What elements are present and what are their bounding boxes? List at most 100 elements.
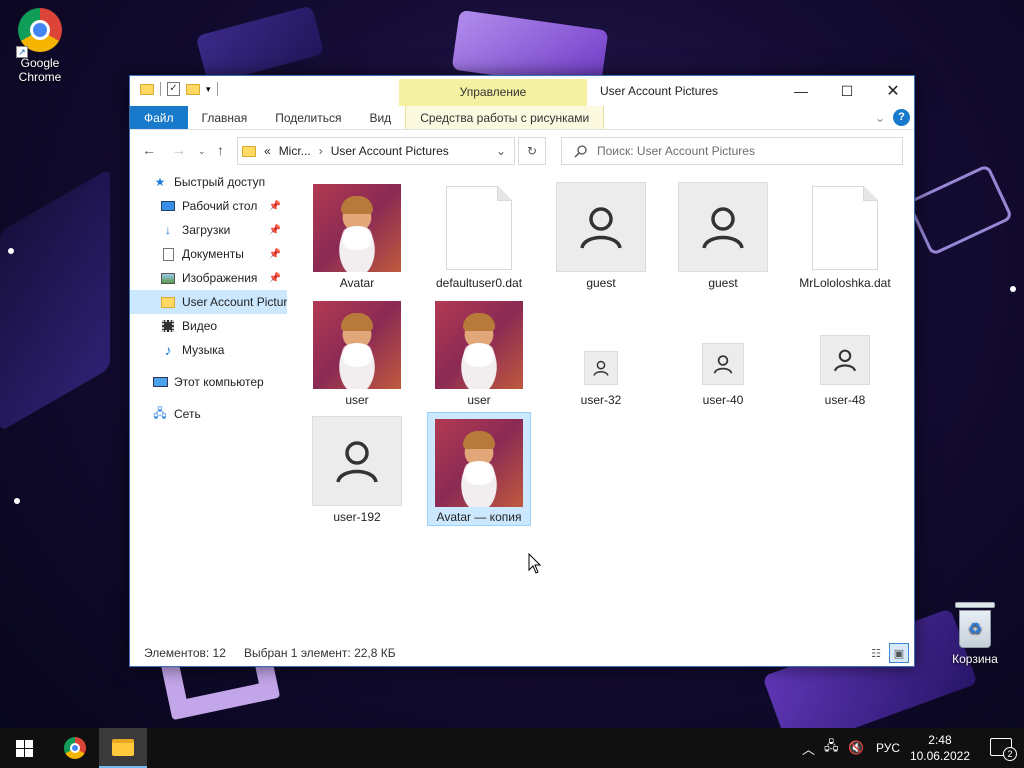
image-thumbnail — [435, 419, 523, 507]
breadcrumb-overflow[interactable]: « — [264, 144, 271, 158]
desktop-icon-label: Google Chrome — [18, 56, 62, 84]
help-icon[interactable]: ? — [893, 109, 910, 126]
desktop-icon-recycle-bin[interactable]: ♻ Корзина — [935, 602, 1015, 666]
download-icon: ↓ — [165, 223, 171, 237]
file-item-mrlololoshka[interactable]: MrLololoshka.dat — [793, 178, 897, 292]
tab-home[interactable]: Главная — [188, 106, 262, 129]
search-input[interactable] — [597, 144, 877, 158]
tab-manage[interactable]: Управление — [399, 79, 587, 106]
file-item-defaultuser0[interactable]: defaultuser0.dat — [427, 178, 531, 292]
properties-icon[interactable]: ✓ — [167, 82, 180, 96]
tab-share[interactable]: Поделиться — [261, 106, 355, 129]
sidebar-item-pictures[interactable]: Изображения 📌 — [130, 266, 287, 290]
wallpaper-dot — [14, 498, 20, 504]
refresh-button[interactable]: ↻ — [518, 137, 546, 165]
sidebar-item-quick-access[interactable]: ★ Быстрый доступ — [130, 170, 287, 194]
desktop-icon-chrome[interactable]: ↗ Google Chrome — [0, 8, 80, 84]
minimize-button[interactable]: — — [778, 76, 824, 106]
tab-file[interactable]: Файл — [130, 106, 188, 129]
sidebar-item-desktop[interactable]: Рабочий стол 📌 — [130, 194, 287, 218]
sidebar-item-network[interactable]: 🖧 Сеть — [130, 402, 287, 426]
address-dropdown-icon[interactable]: ⌄ — [488, 144, 514, 158]
up-arrow-icon[interactable]: ↑ — [217, 142, 224, 158]
file-list: Avatar defaultuser0.dat guest guest MrLo… — [300, 178, 900, 638]
navigation-pane: ★ Быстрый доступ Рабочий стол 📌 ↓ Загруз… — [130, 170, 287, 636]
desktop-icon — [160, 199, 176, 213]
close-button[interactable]: ✕ — [870, 76, 916, 106]
volume-tray-icon[interactable]: 🔇 — [848, 728, 864, 768]
file-item-user[interactable]: user — [427, 295, 531, 409]
file-item-user-40[interactable]: user-40 — [671, 295, 775, 409]
clock-time: 2:48 — [928, 733, 952, 747]
sidebar-item-downloads[interactable]: ↓ Загрузки 📌 — [130, 218, 287, 242]
taskbar-file-explorer[interactable] — [99, 728, 147, 768]
show-hidden-icons[interactable]: ︿ — [802, 728, 815, 768]
forward-arrow-icon[interactable]: → — [172, 142, 186, 158]
user-icon — [820, 335, 870, 385]
large-icons-view-icon[interactable]: ▣ — [889, 643, 909, 663]
document-icon — [812, 186, 878, 270]
title-bar[interactable]: ✓ ▾ Управление User Account Pictures — ☐… — [130, 76, 914, 106]
folder-icon — [140, 83, 154, 95]
sidebar-item-this-pc[interactable]: Этот компьютер — [130, 370, 287, 394]
file-item-user-192[interactable]: user-192 — [305, 412, 409, 526]
wallpaper-shape — [906, 163, 1014, 257]
mouse-cursor-icon — [528, 553, 542, 574]
wallpaper-shape — [0, 168, 110, 432]
recycle-bin-icon: ♻ — [955, 602, 995, 648]
start-button[interactable] — [0, 728, 48, 768]
video-icon — [160, 319, 176, 333]
sidebar-item-videos[interactable]: Видео — [130, 314, 287, 338]
shortcut-arrow-icon: ↗ — [16, 46, 28, 58]
network-icon: 🖧 — [153, 405, 167, 420]
user-icon — [702, 343, 744, 385]
taskbar: ︿ 🖧 🔇 РУС 2:48 10.06.2022 2 — [0, 728, 1024, 768]
tab-picture-tools[interactable]: Средства работы с рисунками — [405, 106, 605, 129]
maximize-button[interactable]: ☐ — [824, 76, 870, 106]
volume-muted-icon: 🔇 — [848, 740, 865, 755]
sidebar-item-music[interactable]: ♪ Музыка — [130, 338, 287, 362]
breadcrumb-segment[interactable]: Micr... — [279, 144, 311, 158]
file-item-guest[interactable]: guest — [671, 178, 775, 292]
network-tray-icon[interactable]: 🖧 — [824, 728, 839, 768]
new-folder-icon[interactable] — [186, 83, 200, 95]
file-item-guest[interactable]: guest — [549, 178, 653, 292]
customize-toolbar-icon[interactable]: ▾ — [206, 84, 211, 95]
chrome-icon — [64, 737, 86, 759]
action-center-icon[interactable]: 2 — [990, 738, 1017, 761]
computer-icon — [152, 375, 168, 389]
address-bar[interactable]: « Micr... › User Account Pictures ⌄ — [237, 137, 515, 165]
image-thumbnail — [435, 301, 523, 389]
recent-locations-icon[interactable]: ⌄ — [198, 146, 206, 157]
breadcrumb-separator-icon: › — [318, 144, 323, 158]
tab-view[interactable]: Вид — [355, 106, 405, 129]
file-item-avatar[interactable]: Avatar — [305, 178, 409, 292]
sidebar-item-user-account-pictures[interactable]: User Account Pictures — [130, 290, 287, 314]
user-icon — [556, 182, 646, 272]
back-arrow-icon[interactable]: ← — [142, 142, 156, 158]
file-explorer-icon — [112, 738, 134, 756]
taskbar-chrome[interactable] — [51, 728, 99, 768]
search-box[interactable] — [561, 137, 903, 165]
user-icon — [678, 182, 768, 272]
pictures-icon — [160, 271, 176, 285]
search-icon — [574, 144, 587, 158]
file-item-user[interactable]: user — [305, 295, 409, 409]
language-indicator[interactable]: РУС — [876, 728, 900, 768]
user-icon — [312, 416, 402, 506]
documents-icon — [160, 247, 176, 261]
windows-logo-icon — [15, 739, 33, 757]
breadcrumb-segment[interactable]: User Account Pictures — [331, 144, 449, 158]
image-thumbnail — [313, 301, 401, 389]
item-count: Элементов: 12 — [144, 646, 226, 660]
navigation-bar: ← → ⌄ ↑ « Micr... › User Account Picture… — [130, 130, 914, 170]
details-view-icon[interactable]: ☷ — [866, 643, 886, 663]
expand-ribbon-icon[interactable]: ⌄ — [875, 111, 885, 125]
sidebar-item-documents[interactable]: Документы 📌 — [130, 242, 287, 266]
file-item-avatar-copy[interactable]: Avatar — копия — [427, 412, 531, 526]
file-item-user-48[interactable]: user-48 — [793, 295, 897, 409]
image-thumbnail — [313, 184, 401, 272]
star-icon: ★ — [154, 175, 166, 189]
file-item-user-32[interactable]: user-32 — [549, 295, 653, 409]
clock[interactable]: 2:48 10.06.2022 — [910, 732, 970, 764]
